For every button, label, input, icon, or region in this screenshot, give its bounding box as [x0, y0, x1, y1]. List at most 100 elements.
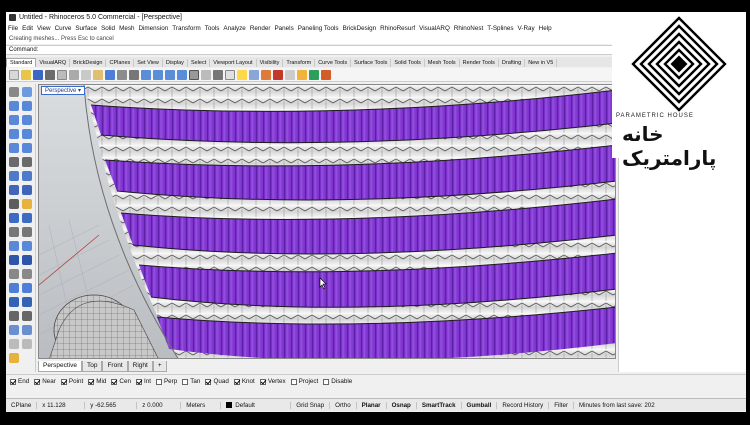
checkbox[interactable] — [233, 378, 240, 385]
tab-transform[interactable]: Transform — [283, 59, 316, 67]
checkbox[interactable] — [34, 378, 41, 385]
menu-edit[interactable]: Edit — [20, 25, 35, 32]
toggle-osnap[interactable]: Osnap — [387, 401, 417, 409]
view-tab-right[interactable]: Right — [127, 361, 153, 372]
new-file-icon[interactable] — [9, 69, 19, 80]
move-icon[interactable] — [9, 255, 19, 265]
tab-set-view[interactable]: Set View — [134, 59, 163, 67]
osnap-mid[interactable]: Mid — [88, 378, 106, 385]
tab-brickdesign[interactable]: BrickDesign — [70, 59, 107, 67]
tab-render-tools[interactable]: Render Tools — [460, 59, 499, 67]
point-icon[interactable] — [22, 87, 32, 97]
help-icon[interactable] — [297, 69, 307, 80]
extrude-icon[interactable] — [22, 171, 32, 181]
fillet-icon[interactable] — [9, 157, 19, 167]
menu-surface[interactable]: Surface — [73, 25, 99, 32]
array-icon[interactable] — [22, 283, 32, 293]
osnap-near[interactable]: Near — [34, 378, 56, 385]
menu-tools[interactable]: Tools — [203, 25, 222, 32]
object-properties-icon[interactable] — [249, 69, 259, 80]
curve-icon[interactable] — [22, 101, 32, 111]
pan-icon[interactable] — [117, 69, 127, 80]
join-icon[interactable] — [22, 227, 32, 237]
osnap-disable[interactable]: Disable — [323, 378, 352, 385]
tab-curve-tools[interactable]: Curve Tools — [315, 59, 352, 67]
checkbox[interactable] — [88, 378, 95, 385]
viewport-layout-icon[interactable] — [189, 69, 199, 80]
layer-selector[interactable]: Default — [221, 401, 292, 409]
menu-panels[interactable]: Panels — [272, 25, 295, 32]
checkbox[interactable] — [182, 378, 189, 385]
osnap-cen[interactable]: Cen — [111, 378, 131, 385]
toggle-ortho[interactable]: Ortho — [330, 401, 357, 409]
select-icon[interactable] — [213, 69, 223, 80]
lightning-icon[interactable] — [22, 199, 32, 209]
checkbox[interactable] — [135, 378, 142, 385]
explode-icon[interactable] — [9, 227, 19, 237]
text-icon[interactable] — [22, 311, 32, 321]
tab-drafting[interactable]: Drafting — [499, 59, 526, 67]
osnap-quad[interactable]: Quad — [205, 378, 229, 385]
view-tab-perspective[interactable]: Perspective — [38, 361, 82, 372]
plugin-icon[interactable] — [321, 69, 331, 80]
polyline-icon[interactable] — [9, 101, 19, 111]
toggle-grid-snap[interactable]: Grid Snap — [291, 401, 331, 409]
dimension-icon[interactable] — [9, 311, 19, 321]
menu-curve[interactable]: Curve — [53, 25, 74, 32]
cplane-icon[interactable] — [201, 69, 211, 80]
toggle-filter[interactable]: Filter — [549, 401, 574, 409]
freeform-icon[interactable] — [22, 143, 32, 153]
ellipse-icon[interactable] — [9, 129, 19, 139]
tab-visualarq[interactable]: VisualARQ — [36, 59, 71, 67]
toggle-planar[interactable]: Planar — [357, 401, 387, 409]
zoom-icon[interactable] — [141, 69, 151, 80]
zoom-extents-icon[interactable] — [165, 69, 175, 80]
toggle-record-history[interactable]: Record History — [497, 401, 550, 409]
open-folder-icon[interactable] — [21, 69, 31, 80]
checkbox[interactable] — [323, 378, 330, 385]
paste-icon[interactable] — [93, 69, 103, 80]
light-bulb-icon[interactable] — [237, 69, 247, 80]
view-tab-front[interactable]: Front — [102, 361, 128, 372]
osnap-knot[interactable]: Knot — [233, 378, 255, 385]
tab-surface-tools[interactable]: Surface Tools — [351, 59, 392, 67]
menu-v-ray[interactable]: V-Ray — [516, 25, 537, 32]
tab-new-in-v5[interactable]: New in V5 — [525, 59, 558, 67]
osnap-int[interactable]: Int — [135, 378, 151, 385]
undo-icon[interactable] — [105, 69, 115, 80]
menu-brickdesign[interactable]: BrickDesign — [341, 25, 379, 32]
pointer-icon[interactable] — [9, 87, 19, 97]
units-label[interactable]: Meters — [181, 401, 222, 409]
render-icon[interactable] — [261, 69, 271, 80]
hide-icon[interactable] — [22, 325, 32, 335]
tab-mesh-tools[interactable]: Mesh Tools — [425, 59, 460, 67]
history-icon[interactable] — [22, 339, 32, 349]
trim-icon[interactable] — [22, 241, 32, 251]
tab-solid-tools[interactable]: Solid Tools — [391, 59, 425, 67]
osnap-point[interactable]: Point — [60, 378, 83, 385]
view-tab-top[interactable]: Top — [81, 361, 103, 372]
options-icon[interactable] — [285, 69, 295, 80]
split-icon[interactable] — [9, 241, 19, 251]
tab-select[interactable]: Select — [188, 59, 211, 67]
osnap-tan[interactable]: Tan — [182, 378, 200, 385]
perspective-viewport[interactable]: Perspective ▾ — [38, 84, 616, 359]
tab-viewport-layout[interactable]: Viewport Layout — [210, 59, 257, 67]
sphere-icon[interactable] — [22, 185, 32, 195]
surface-icon[interactable] — [9, 171, 19, 181]
menu-t-splines[interactable]: T-Splines — [485, 25, 515, 32]
toggle-gumball[interactable]: Gumball — [462, 401, 498, 409]
render-preview-icon[interactable] — [9, 353, 19, 363]
scale-icon[interactable] — [22, 269, 32, 279]
tab-standard[interactable]: Standard — [6, 58, 37, 67]
menu-dimension[interactable]: Dimension — [136, 25, 170, 32]
add-view-tab-button[interactable]: + — [152, 361, 167, 372]
cut-icon[interactable] — [69, 69, 79, 80]
rectangle-icon[interactable] — [22, 129, 32, 139]
import-icon[interactable] — [57, 69, 67, 80]
checkbox[interactable] — [10, 378, 16, 385]
rotate-view-icon[interactable] — [129, 69, 139, 80]
group-icon[interactable] — [9, 297, 19, 307]
grasshopper-icon[interactable] — [309, 69, 319, 80]
tab-cplanes[interactable]: CPlanes — [106, 59, 135, 67]
